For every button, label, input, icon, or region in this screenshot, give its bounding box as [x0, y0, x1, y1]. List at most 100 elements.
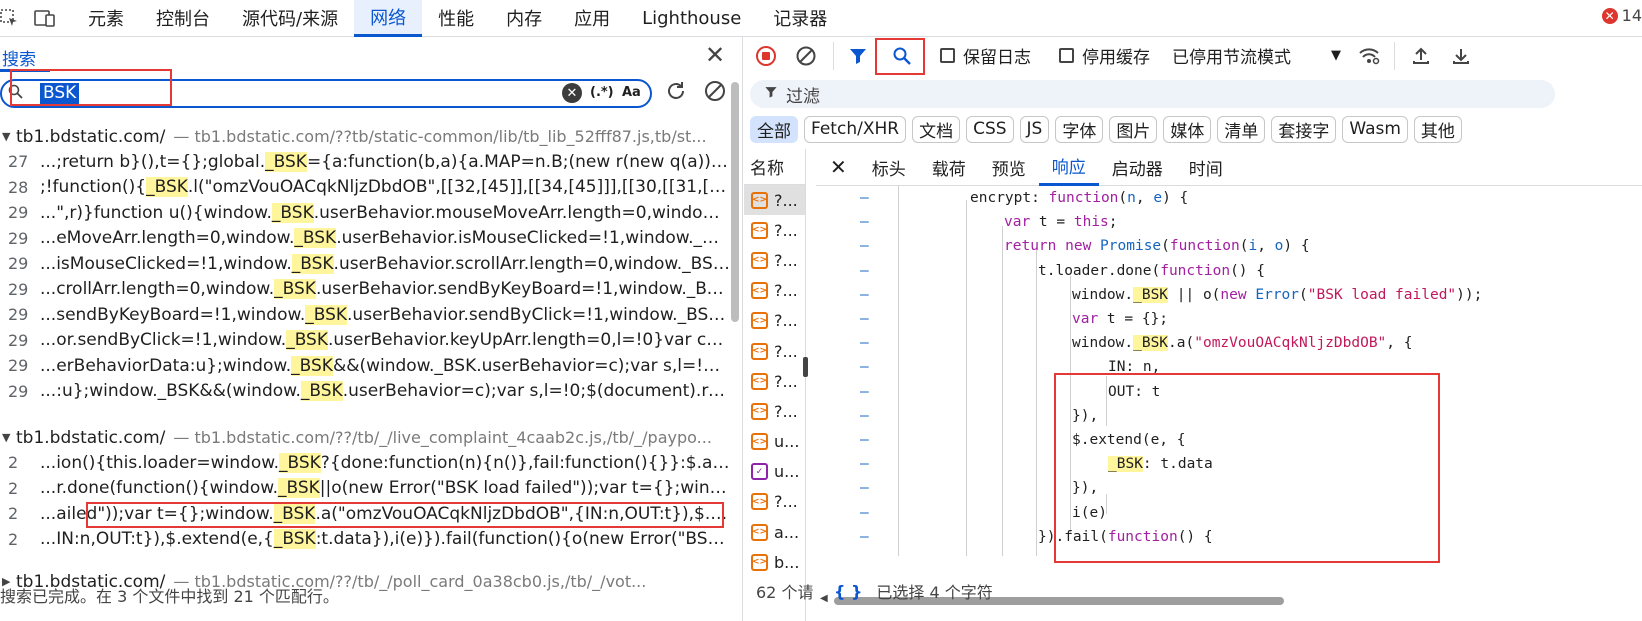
search-result-row[interactable]: 29 ...:u};window._BSK&&(window._BSK.userB… [0, 379, 730, 405]
search-result-row[interactable]: 29 ...isMouseClicked=!1,window._BSK.userB… [0, 251, 730, 277]
type-wasm[interactable]: Wasm [1342, 115, 1408, 143]
search-result-row[interactable]: 29 ...crollArr.length=0,window._BSK.userB… [0, 277, 730, 303]
code-line: – var t = this; [860, 214, 1118, 231]
match-text: ...sendByKeyBoard=!1,window._BSK.userBeh… [40, 304, 730, 325]
request-row[interactable]: <>?... [744, 245, 805, 275]
tab-initiator[interactable]: 启动器 [1099, 149, 1176, 186]
tab-console[interactable]: 控制台 [140, 0, 226, 37]
search-panel-title: 搜索 [2, 50, 36, 70]
pretty-print-icon[interactable]: { } [834, 582, 862, 601]
request-list-scrollbar[interactable] [803, 357, 808, 377]
match-text: ...isMouseClicked=!1,window._BSK.userBeh… [40, 253, 730, 274]
request-row[interactable]: <>?... [744, 396, 805, 426]
search-result-row[interactable]: 2 ...ion(){this.loader=window._BSK?{done:… [0, 450, 730, 476]
request-row[interactable]: <>?... [744, 336, 805, 366]
clear-input-icon[interactable]: ✕ [562, 83, 582, 103]
type-socket[interactable]: 套接字 [1271, 115, 1337, 143]
match-highlight: _BSK [273, 529, 316, 550]
request-row[interactable]: <>?... [744, 276, 805, 306]
result-file-header[interactable]: ▼ tb1.bdstatic.com/ — tb1.bdstatic.com/?… [0, 124, 730, 149]
search-result-row[interactable]: 28 ;!function(){_BSK.l("omzVouOACqkNljzDb… [0, 175, 730, 201]
type-all[interactable]: 全部 [750, 115, 798, 143]
upload-icon[interactable] [1405, 40, 1437, 72]
tab-lighthouse[interactable]: Lighthouse [626, 0, 757, 37]
line-number: 29 [8, 254, 29, 274]
type-font[interactable]: 字体 [1055, 115, 1104, 143]
search-result-row[interactable]: 29 ...sendByKeyBoard=!1,window._BSK.userB… [0, 302, 730, 328]
element-picker-icon[interactable] [0, 5, 22, 31]
tab-application[interactable]: 应用 [558, 0, 626, 37]
results-scrollbar[interactable] [731, 82, 739, 322]
request-row[interactable]: <>?... [744, 366, 805, 396]
selection-info: 已选择 4 个字符 [876, 583, 993, 602]
type-fetch-xhr[interactable]: Fetch/XHR [804, 115, 907, 143]
search-result-row[interactable]: 27 ...;return b}(),t={};global._BSK={a:fu… [0, 149, 730, 175]
request-row[interactable]: <>?... [744, 215, 805, 245]
tab-preview[interactable]: 预览 [979, 149, 1039, 186]
tab-memory[interactable]: 内存 [490, 0, 558, 37]
preserve-log-checkbox[interactable]: 保留日志 [940, 43, 1031, 68]
annotation-box-search [10, 69, 172, 106]
script-icon: <> [751, 523, 768, 541]
request-row[interactable]: <> b... [744, 547, 805, 577]
script-icon: <> [751, 221, 768, 239]
throttle-select[interactable]: 已停用节流模式 ▼ [1172, 43, 1341, 68]
error-count-badge[interactable]: ✕ 14 [1601, 6, 1642, 25]
line-number: 28 [8, 177, 29, 197]
search-result-row[interactable]: 29 ...",r)}function u(){window._BSK.userB… [0, 200, 730, 226]
close-icon[interactable]: ✕ [705, 41, 725, 69]
close-detail-icon[interactable]: ✕ [816, 149, 859, 186]
result-file-header[interactable]: ▼ tb1.bdstatic.com/ — tb1.bdstatic.com/?… [0, 425, 730, 450]
clear-results-icon[interactable] [703, 79, 727, 109]
network-conditions-icon[interactable] [1353, 40, 1385, 72]
tab-performance[interactable]: 性能 [422, 0, 490, 37]
request-row[interactable]: ✓ u... [744, 457, 805, 487]
request-name: u... [774, 432, 800, 452]
request-row[interactable]: <>?... [744, 185, 805, 216]
type-other[interactable]: 其他 [1413, 115, 1462, 143]
device-toolbar-icon[interactable] [32, 5, 58, 31]
filter-icon[interactable] [842, 40, 874, 72]
tab-timing[interactable]: 时间 [1176, 149, 1236, 186]
refresh-icon[interactable] [664, 79, 688, 109]
filter-input[interactable]: 过滤 [750, 80, 1555, 108]
tab-recorder[interactable]: 记录器 [757, 0, 843, 37]
download-icon[interactable] [1445, 40, 1477, 72]
search-result-row[interactable]: 2 ...IN:n,OUT:t}),$.extend(e,{_BSK:t.data… [0, 527, 730, 553]
tab-network[interactable]: 网络 [354, 0, 423, 37]
tab-sources[interactable]: 源代码/来源 [226, 0, 354, 37]
request-row[interactable]: <>?... [744, 487, 805, 517]
type-media[interactable]: 媒体 [1163, 115, 1212, 143]
file-name: tb1.bdstatic.com/ [16, 427, 166, 448]
search-result-row[interactable]: 29 ...eMoveArr.length=0,window._BSK.userB… [0, 226, 730, 252]
throttle-value: 已停用节流模式 [1172, 48, 1291, 68]
clear-icon[interactable] [790, 40, 822, 72]
record-icon[interactable] [750, 40, 782, 72]
match-highlight: _BSK [294, 228, 337, 249]
script-icon: <> [751, 433, 768, 451]
search-result-row[interactable]: 29 ...erBehaviorData:u};window._BSK&&(win… [0, 353, 730, 379]
type-js[interactable]: JS [1019, 115, 1050, 143]
search-result-row[interactable]: 29 ...or.sendByClick=!1,window._BSK.userB… [0, 328, 730, 354]
tab-response[interactable]: 响应 [1038, 149, 1099, 186]
tab-elements[interactable]: 元素 [72, 0, 140, 37]
script-icon: <> [751, 553, 768, 571]
tab-headers[interactable]: 标头 [859, 149, 919, 186]
request-row[interactable]: <> a... [744, 517, 805, 547]
tab-payload[interactable]: 载荷 [919, 149, 979, 186]
resource-type-filter: 全部 Fetch/XHR 文档 CSS JS 字体 图片 媒体 清单 套接字 W… [750, 115, 1468, 143]
request-row[interactable]: <>?... [744, 306, 805, 336]
type-img[interactable]: 图片 [1109, 115, 1158, 143]
type-css[interactable]: CSS [966, 115, 1014, 143]
regex-toggle[interactable]: (.*) [590, 85, 614, 100]
name-column-header[interactable]: 名称 [744, 149, 805, 185]
type-manifest[interactable]: 清单 [1217, 115, 1266, 143]
type-doc[interactable]: 文档 [912, 115, 961, 143]
disable-cache-checkbox[interactable]: 停用缓存 [1059, 43, 1150, 68]
script-icon: <> [751, 372, 768, 390]
line-number: 29 [8, 228, 29, 248]
match-case-toggle[interactable]: Aa [622, 85, 641, 100]
request-row[interactable]: <> u... [744, 427, 805, 457]
annotation-box-result [86, 502, 724, 528]
search-result-row[interactable]: 2 ...r.done(function(){window._BSK||o(new… [0, 476, 730, 502]
